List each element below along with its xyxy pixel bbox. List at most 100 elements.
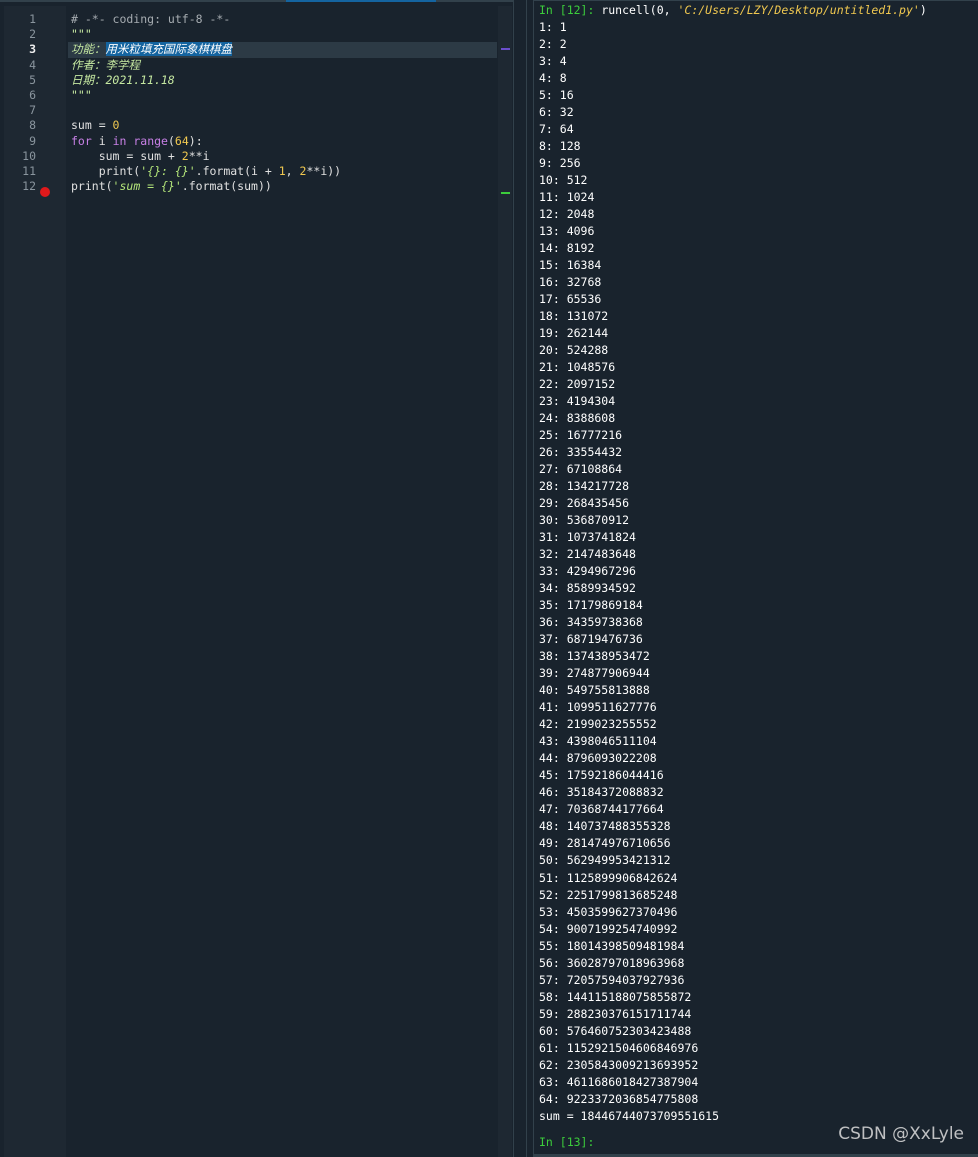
console-output-line: 57: 72057594037927936 (539, 972, 685, 987)
console-output-line: 62: 2305843009213693952 (539, 1057, 699, 1072)
line-number: 1 (29, 12, 36, 26)
code-token: print( (71, 164, 141, 178)
console-command-line: In [12]: runcell(0, 'C:/Users/LZY/Deskto… (539, 2, 927, 19)
code-token: 功能： (71, 42, 106, 57)
console-output-line: 25: 16777216 (539, 428, 623, 443)
code-token: ): (188, 133, 203, 148)
console-output-line: 59: 288230376151711744 (539, 1006, 692, 1021)
console-output-line: sum = 18446744073709551615 (539, 1108, 720, 1123)
console-output-line: 56: 36028797018963968 (539, 955, 685, 970)
console-output-line: 50: 562949953421312 (539, 853, 671, 868)
code-line: sum = 0 (71, 118, 119, 133)
code-token: **i)) (306, 164, 342, 178)
console-output-line: 44: 8796093022208 (539, 751, 657, 766)
code-token: 1 (278, 164, 286, 178)
console-output-line: 58: 144115188075855872 (539, 989, 692, 1004)
code-token: '{}: {}' (140, 164, 196, 178)
code-token: sum = sum + (71, 148, 182, 163)
editor-active-tab-indicator (286, 0, 436, 2)
console-output-line: 23: 4194304 (539, 394, 616, 409)
console-output-line: 42: 2199023255552 (539, 717, 657, 732)
console-output-line: 8: 128 (539, 139, 581, 154)
console-output-line: 38: 137438953472 (539, 649, 650, 664)
code-token: sum = (71, 118, 113, 133)
console-output-line: 7: 64 (539, 122, 574, 137)
code-token: 2 (181, 148, 189, 163)
console-output-line: 17: 65536 (539, 292, 602, 307)
code-token: **i (188, 148, 210, 163)
editor-top-border (0, 0, 522, 2)
console-output-line: 19: 262144 (539, 326, 609, 341)
code-token: 作者：李学程 (71, 57, 140, 72)
code-token: , (285, 164, 300, 178)
code-token: in (112, 133, 127, 148)
breakpoint-icon[interactable] (40, 187, 50, 197)
console-output-line: 53: 4503599627370496 (539, 904, 678, 919)
console-output-line: 43: 4398046511104 (539, 734, 657, 749)
console-input-prompt: In [12]: (539, 3, 595, 17)
code-token: """ (71, 88, 92, 102)
console-output-line: 48: 140737488355328 (539, 819, 671, 834)
console-output-line: 11: 1024 (539, 190, 595, 205)
console-output-line: 21: 1048576 (539, 360, 616, 375)
console-output-line: 15: 16384 (539, 258, 602, 273)
console-output-line: 9: 256 (539, 156, 581, 171)
console-output-line: 63: 4611686018427387904 (539, 1074, 699, 1089)
console-output-line: 30: 536870912 (539, 513, 630, 528)
line-number: 4 (29, 57, 36, 72)
line-number: 2 (29, 27, 36, 42)
console-output-line: 55: 18014398509481984 (539, 938, 685, 953)
console-output-line: 54: 9007199254740992 (539, 921, 678, 936)
code-token: # -*- coding: utf-8 -*- (71, 12, 231, 26)
code-token: 用米粒填充国际象棋棋盘 (105, 42, 232, 57)
code-token: """ (71, 27, 92, 42)
breakpoint-scroll-marker (501, 192, 510, 194)
line-number: 3 (29, 42, 36, 57)
console-output-line: 40: 549755813888 (539, 683, 650, 698)
line-number: 12 (22, 179, 36, 194)
code-token: 日期：2021.11.18 (71, 72, 175, 87)
line-number: 6 (29, 88, 36, 102)
console-output-line: 35: 17179869184 (539, 598, 643, 613)
code-line: 日期：2021.11.18 (71, 73, 175, 88)
console-output-line: 5: 16 (539, 88, 574, 103)
console-command-end: ) (919, 3, 927, 17)
console-output-line: 28: 134217728 (539, 479, 630, 494)
code-line: """ (71, 88, 92, 103)
console-output-line: 39: 274877906944 (539, 666, 650, 681)
console-output-line: 29: 268435456 (539, 496, 630, 511)
code-token: i (91, 133, 113, 148)
console-output-line: 16: 32768 (539, 275, 602, 290)
line-number: 11 (22, 164, 36, 178)
console-output-line: 52: 2251799813685248 (539, 887, 678, 902)
console-command-path: 'C:/Users/LZY/Desktop/untitled1.py' (677, 3, 920, 17)
code-token: ( (167, 133, 175, 148)
editor-scrollbar[interactable] (498, 6, 512, 1157)
console-output-line: 22: 2097152 (539, 377, 616, 392)
console-output-line: 41: 1099511627776 (539, 700, 657, 715)
pane-splitter[interactable] (513, 0, 527, 1157)
code-line: for i in range(64): (71, 134, 203, 149)
console-output-line: 34: 8589934592 (539, 581, 636, 596)
code-token: print( (71, 179, 113, 194)
spyder-window: 1 2 3 4 5 6 7 8 9 10 11 12 # -*- coding: utf-8 -*- "… (0, 0, 978, 1157)
console-output-line: 51: 1125899906842624 (539, 870, 678, 885)
line-number: 7 (29, 103, 36, 118)
code-token: range (133, 133, 168, 148)
console-output-line: 60: 576460752303423488 (539, 1023, 692, 1038)
console-output-line: 4: 8 (539, 71, 567, 86)
console-output-line: 10: 512 (539, 173, 588, 188)
line-number: 9 (29, 133, 36, 148)
console-output-line: 6: 32 (539, 105, 574, 120)
console-output-line: 45: 17592186044416 (539, 768, 664, 783)
code-line: print('{}: {}'.format(i + 1, 2**i)) (71, 164, 341, 179)
code-line: 作者：李学程 (71, 58, 140, 73)
watermark: CSDN @XxLyle (838, 1124, 964, 1144)
code-token: .format(sum)) (181, 179, 272, 194)
console-output-line: 1: 1 (539, 20, 567, 34)
console-next-prompt[interactable]: In [13]: (539, 1134, 594, 1151)
code-token: 64 (174, 133, 189, 148)
console-output-line: 33: 4294967296 (539, 564, 636, 579)
console-output-line: 14: 8192 (539, 241, 595, 256)
console-output-line: 2: 2 (539, 37, 567, 51)
